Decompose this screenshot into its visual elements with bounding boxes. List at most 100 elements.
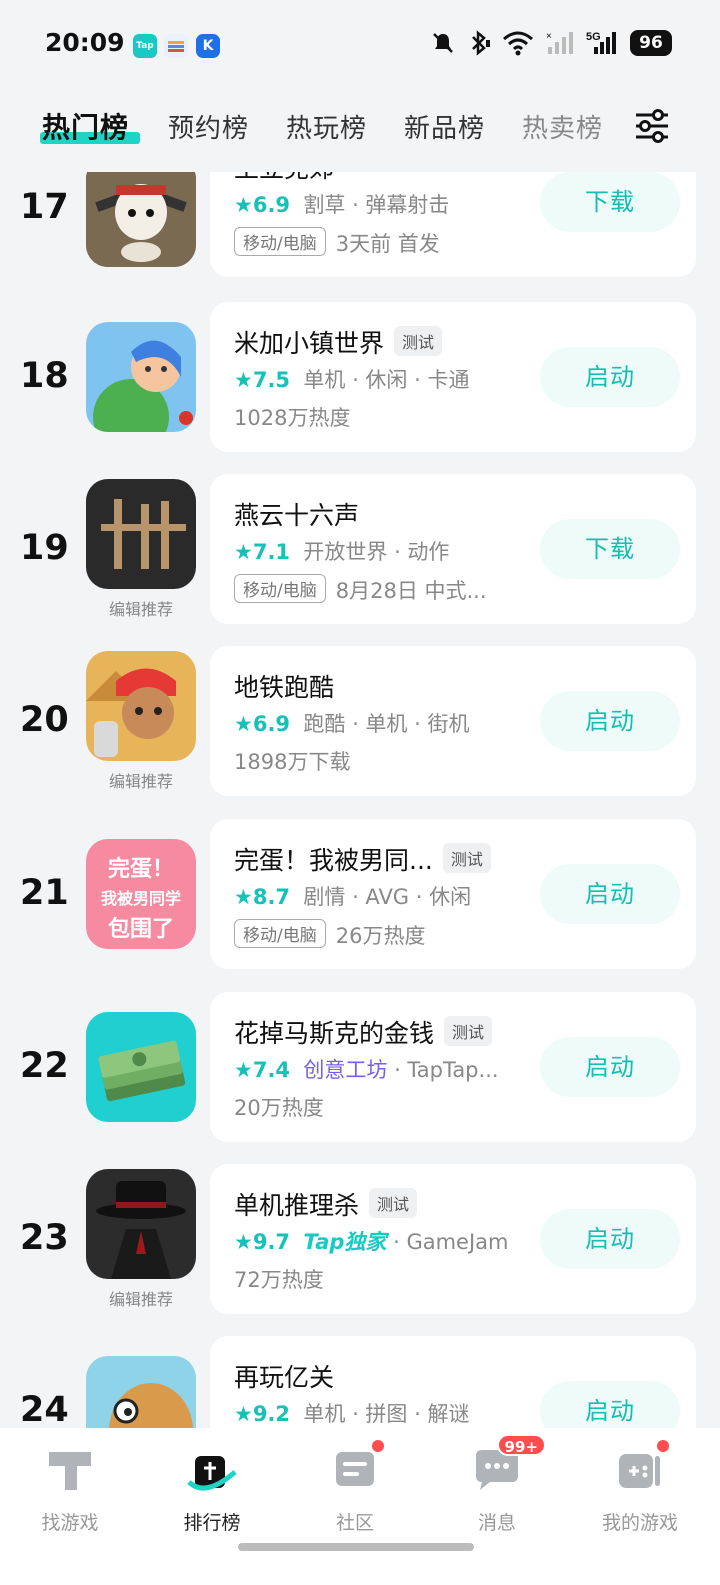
community-icon (328, 1438, 386, 1496)
nav-community[interactable]: 社区 (295, 1438, 415, 1535)
launch-button[interactable]: 启动 (540, 347, 680, 407)
game-icon[interactable] (86, 172, 196, 267)
tab-hot[interactable]: 热门榜 (42, 106, 129, 146)
download-button[interactable]: 下载 (540, 172, 680, 232)
exclusive-tag[interactable]: Tap独家 (303, 1230, 386, 1254)
game-title: 燕云十六声 (234, 501, 360, 530)
game-info: 移动/电脑 26万热度 (234, 919, 425, 950)
nav-rankings[interactable]: 排行榜 (152, 1442, 272, 1535)
status-bar: 20:09 Tap K × 5G 96 (0, 0, 720, 92)
game-card[interactable]: 王立党郊 ★6.9 割草 · 弹幕射击 移动/电脑 3天前 首发 下载 (210, 172, 696, 277)
game-score: ★8.7 (234, 885, 291, 909)
editor-pick-label: 编辑推荐 (108, 1290, 173, 1309)
game-title-row: 米加小镇世界 测试 (234, 324, 443, 360)
gamepad-icon (613, 1438, 671, 1496)
game-title: 米加小镇世界 (234, 329, 385, 358)
notification-dot (370, 1438, 386, 1454)
taptap-notification-icon: Tap (133, 34, 157, 58)
game-tags: 单机 · 拼图 · 解谜 (303, 1402, 470, 1426)
game-card[interactable]: 地铁跑酷 ★6.9 跑酷 · 单机 · 街机 1898万下载 启动 (210, 646, 696, 796)
game-card[interactable]: 单机推理杀 测试 ★9.7 Tap独家 · GameJam 72万热度 启动 (210, 1164, 696, 1314)
ranking-icon (185, 1442, 239, 1496)
list-item-23[interactable]: 23 编辑推荐 单机推理杀 测试 ★9.7 Tap独家 · GameJam 72万… (0, 1164, 720, 1314)
nav-my-games[interactable]: 我的游戏 (580, 1438, 700, 1535)
message-count-badge: 99+ (496, 1434, 546, 1456)
icon-text: 完蛋！ (107, 857, 174, 882)
wifi-icon (503, 31, 533, 56)
game-title-row: 花掉马斯克的金钱 测试 (234, 1014, 493, 1050)
game-extra: 1028万热度 (234, 406, 351, 430)
game-title: 单机推理杀 (234, 1191, 360, 1220)
list-item-24[interactable]: 24 再玩亿关 ★9.2 单机 · 拼图 · 解谜 启动 (0, 1336, 720, 1428)
tab-new[interactable]: 新品榜 (404, 108, 485, 145)
cell-signal-icon: × (546, 31, 573, 54)
notification-dot (655, 1438, 671, 1454)
rank-number: 23 (20, 1218, 69, 1258)
game-tags: 剧情 · AVG · 休闲 (303, 885, 472, 909)
game-icon[interactable] (86, 1169, 196, 1279)
list-item-19[interactable]: 19 编辑推荐 燕云十六声 ★7.1 开放世界 · 动作 移动/电脑 8月28日 … (0, 474, 720, 624)
tab-best-selling[interactable]: 热卖榜 (522, 108, 603, 145)
game-meta: ★7.4 创意工坊 · TapTap... (234, 1054, 499, 1084)
launch-button[interactable]: 启动 (540, 1037, 680, 1097)
list-item-17[interactable]: 17 王立党郊 ★6.9 割草 · 弹幕射击 移动/电脑 3天前 首发 下载 (0, 172, 720, 277)
filter-settings-icon[interactable] (632, 106, 672, 146)
game-score: ★7.4 (234, 1058, 291, 1082)
icon-text: 包围了 (107, 917, 174, 942)
game-card[interactable]: 米加小镇世界 测试 ★7.5 单机 · 休闲 · 卡通 1028万热度 启动 (210, 302, 696, 452)
nav-label: 我的游戏 (601, 1512, 678, 1534)
rank-number: 22 (20, 1046, 69, 1086)
game-meta: ★9.7 Tap独家 · GameJam (234, 1226, 509, 1256)
tab-hot-play[interactable]: 热玩榜 (286, 108, 367, 145)
game-icon[interactable] (86, 651, 196, 761)
game-meta: ★6.9 跑酷 · 单机 · 街机 (234, 708, 469, 738)
tap-logo-icon (43, 1442, 97, 1496)
ranking-list[interactable]: 17 王立党郊 ★6.9 割草 · 弹幕射击 移动/电脑 3天前 首发 下载 18 (0, 172, 720, 1428)
test-badge: 测试 (442, 843, 491, 873)
game-title: 地铁跑酷 (234, 673, 335, 702)
launch-button[interactable]: 启动 (540, 864, 680, 924)
nav-find-games[interactable]: 找游戏 (10, 1442, 130, 1535)
game-extra: 8月28日 中式... (335, 579, 487, 603)
launch-button[interactable]: 启动 (540, 691, 680, 751)
tab-reservation[interactable]: 预约榜 (168, 108, 249, 145)
list-item-18[interactable]: 18 米加小镇世界 测试 ★7.5 单机 · 休闲 · 卡通 1028万热度 启动 (0, 302, 720, 452)
game-icon[interactable] (86, 1012, 196, 1122)
game-score: ★6.9 (234, 193, 291, 217)
game-icon[interactable]: 完蛋！ 我被男同学 包围了 (86, 839, 196, 949)
icon-text: 我被男同学 (100, 889, 181, 908)
mute-icon (433, 33, 453, 53)
game-icon[interactable] (86, 479, 196, 589)
game-icon[interactable] (86, 1356, 196, 1428)
nav-messages[interactable]: 99+ 消息 (437, 1434, 557, 1535)
game-card[interactable]: 花掉马斯克的金钱 测试 ★7.4 创意工坊 · TapTap... 20万热度 启… (210, 992, 696, 1142)
game-card[interactable]: 燕云十六声 ★7.1 开放世界 · 动作 移动/电脑 8月28日 中式... 下载 (210, 474, 696, 624)
list-item-20[interactable]: 20 编辑推荐 地铁跑酷 ★6.9 跑酷 · 单机 · 街机 1898万下载 启… (0, 646, 720, 796)
5g-signal-icon: 5G (586, 31, 616, 54)
launch-button[interactable]: 启动 (540, 1209, 680, 1269)
message-icon: 99+ (470, 1434, 546, 1496)
game-tags: 割草 · 弹幕射击 (303, 193, 450, 217)
launch-button[interactable]: 启动 (540, 1381, 680, 1428)
editor-pick-label: 编辑推荐 (108, 600, 173, 619)
list-item-22[interactable]: 22 花掉马斯克的金钱 测试 ★7.4 创意工坊 · TapTap... 20万热… (0, 992, 720, 1142)
game-extra: 1898万下载 (234, 750, 351, 774)
game-meta: ★8.7 剧情 · AVG · 休闲 (234, 881, 471, 911)
workshop-tag[interactable]: 创意工坊 (303, 1058, 387, 1082)
download-button[interactable]: 下载 (540, 519, 680, 579)
game-score: ★9.7 (234, 1230, 291, 1254)
nav-label: 社区 (335, 1512, 374, 1534)
k-app-notification-icon: K (196, 34, 220, 58)
game-meta: ★7.5 单机 · 休闲 · 卡通 (234, 364, 469, 394)
game-icon[interactable] (86, 322, 196, 432)
nav-label: 找游戏 (41, 1512, 99, 1534)
bottom-navigation: 找游戏 排行榜 社区 99+ 消息 我的游戏 (0, 1428, 720, 1585)
game-title: 王立党郊 (234, 172, 334, 185)
status-time: 20:09 (45, 28, 125, 57)
list-item-21[interactable]: 21 完蛋！ 我被男同学 包围了 完蛋！我被男同... 测试 ★8.7 剧情 · … (0, 819, 720, 969)
game-title: 花掉马斯克的金钱 (234, 1019, 435, 1048)
game-tags: · TapTap... (387, 1058, 499, 1082)
game-card[interactable]: 完蛋！我被男同... 测试 ★8.7 剧情 · AVG · 休闲 移动/电脑 26万… (210, 819, 696, 969)
game-card[interactable]: 再玩亿关 ★9.2 单机 · 拼图 · 解谜 启动 (210, 1336, 696, 1428)
home-indicator[interactable] (238, 1543, 474, 1551)
